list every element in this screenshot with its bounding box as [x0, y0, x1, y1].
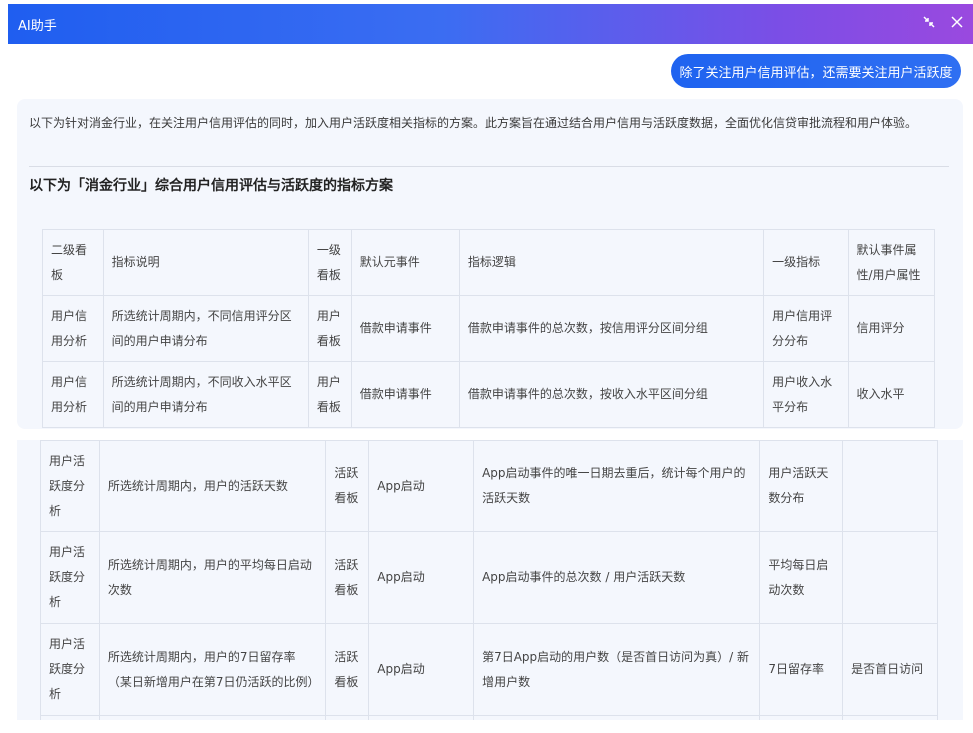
assistant-answer-card: 以下为针对消金行业，在关注用户信用评估的同时，加入用户活跃度相关指标的方案。此方…: [17, 99, 963, 429]
divider: [29, 166, 949, 167]
table-cell: 借款申请事件的总次数，按信用评分区间分组: [458, 295, 765, 362]
table-cell: 7日留存率: [759, 623, 844, 716]
answer-heading: 以下为「消金行业」综合用户信用评估与活跃度的指标方案: [29, 178, 393, 194]
table-cell: 用户信用分析: [42, 361, 104, 428]
table-cell: 借款申请事件的总次数，按收入水平区间分组: [458, 361, 765, 428]
table-cell: [98, 715, 327, 720]
table-cell: 所选统计周期内，用户的平均每日启动次数: [98, 531, 327, 624]
table-cell: 活跃看板: [325, 440, 370, 532]
metrics-table-lower: 用户活跃度分析 所选统计周期内，用户的活跃天数 活跃看板 App启动 App启动…: [40, 440, 938, 720]
table-cell: 活跃看板: [325, 623, 370, 716]
table-cell: 所选统计周期内，用户的7日留存率（某日新增用户在第7日仍活跃的比例）: [98, 623, 327, 716]
table-row: 用户信用分析 所选统计周期内，不同信用评分区间的用户申请分布 用户看板 借款申请…: [42, 295, 936, 362]
window-titlebar: AI助手: [8, 4, 973, 44]
table-cell: 用户活跃天数分布: [759, 440, 844, 532]
table-cell: 用户看板: [307, 361, 352, 428]
table-header-row: 二级看板 指标说明 一级看板 默认元事件 指标逻辑 一级指标 默认事件属性/用户…: [42, 229, 936, 296]
table-cell: [759, 715, 844, 720]
table-cell: 活跃看板: [325, 531, 370, 624]
table-cell: App启动事件的总次数 / 用户活跃天数: [473, 531, 761, 624]
table-cell: App启动: [368, 440, 475, 532]
header-cell: 一级指标: [763, 229, 849, 296]
header-cell: 默认元事件: [350, 229, 460, 296]
table-cell: 用户信用评分分布: [763, 295, 849, 362]
header-cell: 默认事件属性/用户属性: [847, 229, 936, 296]
table-cell: [40, 715, 100, 720]
table-cell: 第7日App启动的用户数（是否首日访问为真）/ 新增用户数: [473, 623, 761, 716]
table-cell: [842, 715, 938, 720]
table-cell: 用户活跃度分析: [40, 440, 100, 532]
table-row: 用户信用分析 所选统计周期内，不同收入水平区间的用户申请分布 用户看板 借款申请…: [42, 361, 936, 428]
table-cell: [325, 715, 370, 720]
table-cell: 用户看板: [307, 295, 352, 362]
table-cell: App启动: [368, 531, 475, 624]
table-cell: 用户活跃度分析: [40, 531, 100, 624]
header-cell: 指标逻辑: [458, 229, 765, 296]
table-cell: 收入水平: [847, 361, 936, 428]
metrics-table: 二级看板 指标说明 一级看板 默认元事件 指标逻辑 一级指标 默认事件属性/用户…: [42, 229, 936, 428]
collapse-icon[interactable]: [919, 12, 939, 32]
table-cell: 信用评分: [847, 295, 936, 362]
table-row: 用户活跃度分析 所选统计周期内，用户的平均每日启动次数 活跃看板 App启动 A…: [40, 531, 938, 624]
table-cell: 所选统计周期内，不同信用评分区间的用户申请分布: [102, 295, 309, 362]
table-cell: 是否首日访问: [842, 623, 938, 716]
table-cell: App启动: [368, 623, 475, 716]
header-cell: 一级看板: [307, 229, 352, 296]
table-cell: [842, 440, 938, 532]
user-message-bubble: 除了关注用户信用评估，还需要关注用户活跃度: [671, 54, 961, 88]
header-cell: 二级看板: [42, 229, 104, 296]
table-cell: 借款申请事件: [350, 361, 460, 428]
table-cell: 所选统计周期内，不同收入水平区间的用户申请分布: [102, 361, 309, 428]
table-cell: 用户信用分析: [42, 295, 104, 362]
table-cell: [473, 715, 761, 720]
table-cell: [368, 715, 475, 720]
table-row: 用户活跃度分析 所选统计周期内，用户的7日留存率（某日新增用户在第7日仍活跃的比…: [40, 623, 938, 716]
answer-intro: 以下为针对消金行业，在关注用户信用评估的同时，加入用户活跃度相关指标的方案。此方…: [29, 116, 918, 130]
table-cell: 用户活跃度分析: [40, 623, 100, 716]
table-row: [40, 715, 938, 720]
table-cell: 平均每日启动次数: [759, 531, 844, 624]
table-cell: 借款申请事件: [350, 295, 460, 362]
table-cell: 用户收入水平分布: [763, 361, 849, 428]
table-cell: [842, 531, 938, 624]
table-row: 用户活跃度分析 所选统计周期内，用户的活跃天数 活跃看板 App启动 App启动…: [40, 440, 938, 532]
header-cell: 指标说明: [102, 229, 309, 296]
window-title: AI助手: [18, 18, 57, 34]
table-cell: 所选统计周期内，用户的活跃天数: [98, 440, 327, 532]
section-gap: [0, 429, 973, 440]
metrics-table-continued: 用户活跃度分析 所选统计周期内，用户的活跃天数 活跃看板 App启动 App启动…: [17, 440, 963, 720]
close-icon[interactable]: [947, 12, 967, 32]
table-cell: App启动事件的唯一日期去重后，统计每个用户的活跃天数: [473, 440, 761, 532]
